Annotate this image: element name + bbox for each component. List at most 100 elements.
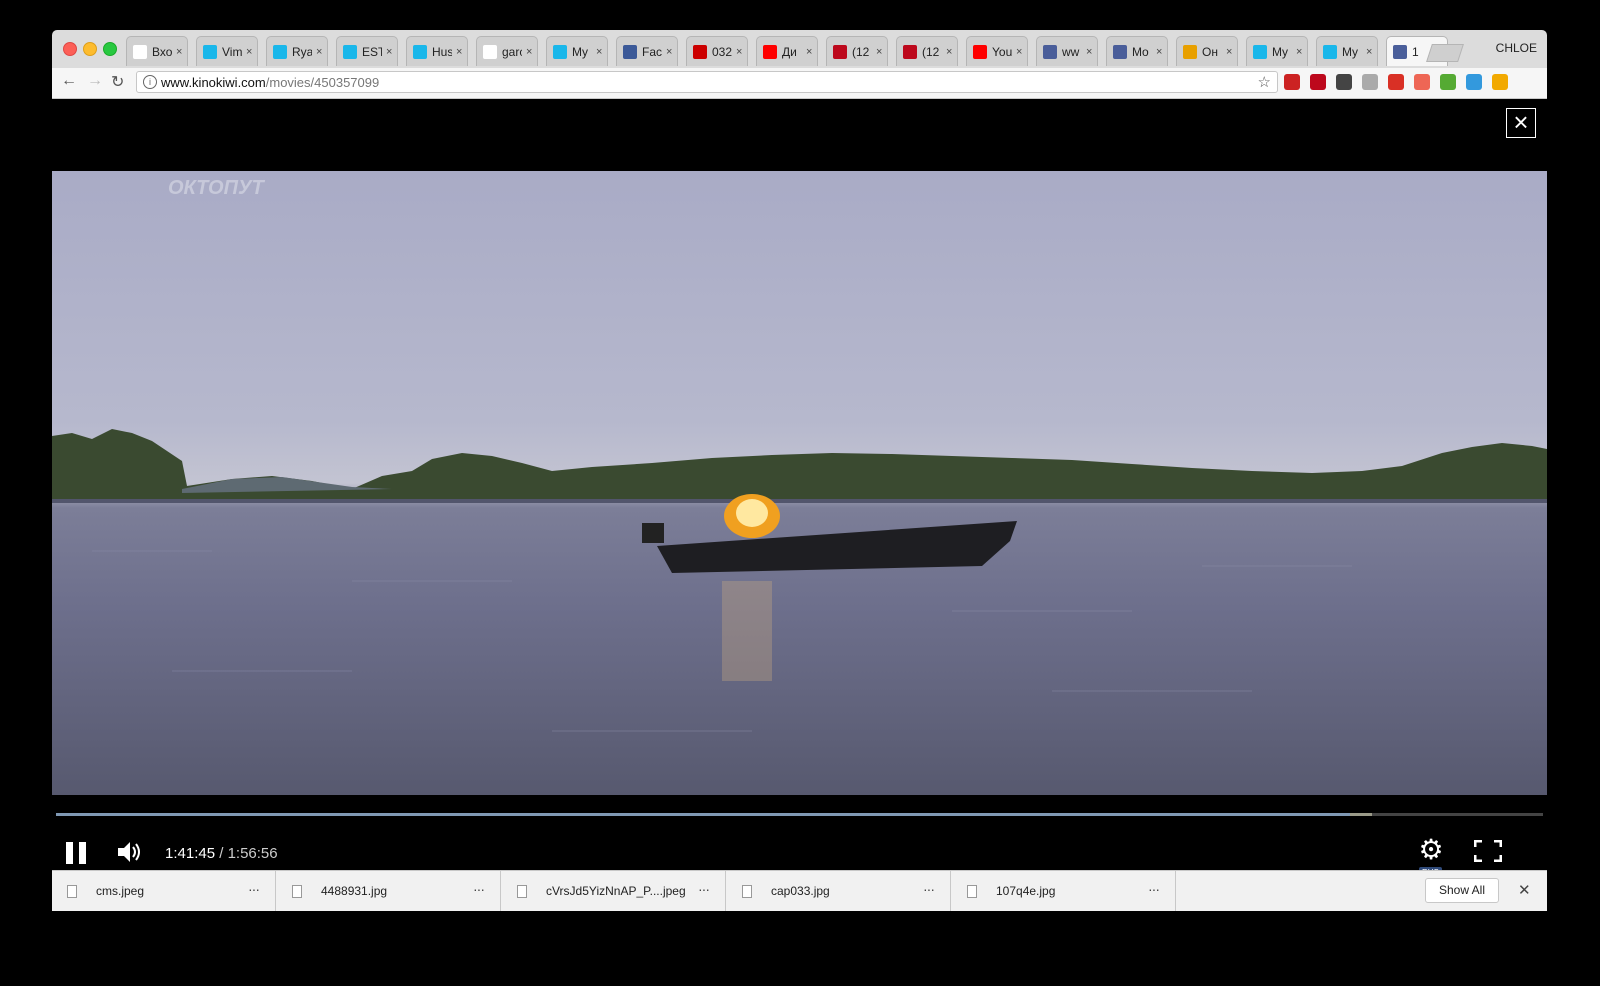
red-ext-icon[interactable] bbox=[1388, 74, 1404, 90]
download-menu-icon[interactable]: ··· bbox=[923, 881, 935, 897]
download-item[interactable]: cms.jpeg ··· bbox=[52, 871, 276, 911]
browser-tab[interactable]: Vim × bbox=[196, 36, 258, 66]
puzzle-ext-icon[interactable] bbox=[1362, 74, 1378, 90]
tab-close-icon[interactable]: × bbox=[946, 46, 952, 58]
download-menu-icon[interactable]: ··· bbox=[1148, 881, 1160, 897]
cast-ext-icon[interactable] bbox=[1414, 74, 1430, 90]
download-item[interactable]: 4488931.jpg ··· bbox=[277, 871, 501, 911]
browser-tab[interactable]: Он × bbox=[1176, 36, 1238, 66]
address-bar[interactable]: i www.kinokiwi.com/movies/450357099 ☆ bbox=[136, 71, 1278, 93]
window-minimize-button[interactable] bbox=[83, 42, 97, 56]
gmail-icon bbox=[133, 44, 147, 59]
browser-tab[interactable]: (12 × bbox=[826, 36, 888, 66]
tab-close-icon[interactable]: × bbox=[1226, 46, 1232, 58]
browser-tab[interactable]: Fac × bbox=[616, 36, 678, 66]
tab-close-icon[interactable]: × bbox=[456, 46, 462, 58]
tab-title: (12 bbox=[852, 44, 870, 59]
youtube-icon bbox=[973, 44, 987, 59]
pinterest-ext-icon[interactable] bbox=[1310, 74, 1326, 90]
vimeo-icon bbox=[413, 44, 427, 59]
download-menu-icon[interactable]: ··· bbox=[698, 881, 710, 897]
progress-bar[interactable] bbox=[56, 813, 1543, 816]
download-item[interactable]: cap033.jpg ··· bbox=[727, 871, 951, 911]
tab-title: Hus bbox=[432, 44, 452, 59]
browser-tab[interactable]: My × bbox=[1316, 36, 1378, 66]
back-button[interactable]: ← bbox=[61, 72, 77, 90]
browser-tab[interactable]: ww × bbox=[1036, 36, 1098, 66]
browser-tab[interactable]: 032 × bbox=[686, 36, 748, 66]
tab-close-icon[interactable]: × bbox=[1366, 46, 1372, 58]
download-filename: 4488931.jpg bbox=[321, 884, 388, 898]
browser-tab[interactable]: Rya × bbox=[266, 36, 328, 66]
alert-ext-icon[interactable] bbox=[1492, 74, 1508, 90]
ghostery-icon[interactable] bbox=[1336, 74, 1352, 90]
tab-title: My bbox=[572, 44, 588, 59]
download-menu-icon[interactable]: ··· bbox=[473, 881, 485, 897]
tab-close-icon[interactable]: × bbox=[736, 46, 742, 58]
tab-close-icon[interactable]: × bbox=[876, 46, 882, 58]
tab-close-icon[interactable]: × bbox=[526, 46, 532, 58]
browser-tab[interactable]: (12 × bbox=[896, 36, 958, 66]
tab-title: Vim bbox=[222, 44, 242, 59]
forward-button[interactable]: → bbox=[87, 72, 103, 90]
reload-button[interactable]: ↻ bbox=[111, 72, 124, 92]
close-player-button[interactable]: × bbox=[1506, 108, 1536, 138]
window-close-button[interactable] bbox=[63, 42, 77, 56]
tab-title: Mo bbox=[1132, 44, 1149, 59]
sync-ext-icon[interactable] bbox=[1466, 74, 1482, 90]
download-item[interactable]: cVrsJd5YizNnAP_P....jpeg ··· bbox=[502, 871, 726, 911]
browser-tab[interactable]: EST × bbox=[336, 36, 398, 66]
browser-tab[interactable]: My × bbox=[546, 36, 608, 66]
tab-close-icon[interactable]: × bbox=[666, 46, 672, 58]
profile-name[interactable]: CHLOE bbox=[1496, 41, 1537, 55]
tab-close-icon[interactable]: × bbox=[806, 46, 812, 58]
tab-close-icon[interactable]: × bbox=[176, 46, 182, 58]
tab-close-icon[interactable]: × bbox=[316, 46, 322, 58]
tab-list: Вхо×Vim×Rya×EST×Hus×garc×My×Fac×032×Ди×(… bbox=[126, 36, 1456, 68]
window-maximize-button[interactable] bbox=[103, 42, 117, 56]
kinokiwi-icon bbox=[1183, 44, 1197, 59]
tab-close-icon[interactable]: × bbox=[1296, 46, 1302, 58]
progress-played bbox=[56, 813, 1350, 816]
browser-toolbar: ← → ↻ i www.kinokiwi.com/movies/45035709… bbox=[52, 68, 1547, 99]
browser-tab[interactable]: Ди × bbox=[756, 36, 818, 66]
file-icon bbox=[517, 885, 527, 898]
url-text[interactable]: www.kinokiwi.com/movies/450357099 bbox=[161, 75, 379, 90]
duration-time: 1:56:56 bbox=[227, 845, 278, 862]
close-download-bar-icon[interactable]: ✕ bbox=[1518, 881, 1531, 899]
youtube-icon bbox=[763, 44, 777, 59]
browser-tab[interactable]: My × bbox=[1246, 36, 1308, 66]
tab-close-icon[interactable]: × bbox=[596, 46, 602, 58]
current-time: 1:41:45 bbox=[165, 845, 216, 862]
mail-ext-icon[interactable] bbox=[1284, 74, 1300, 90]
browser-tab[interactable]: Mo × bbox=[1106, 36, 1168, 66]
info-icon[interactable]: i bbox=[143, 75, 157, 89]
tab-title: EST bbox=[362, 44, 382, 59]
browser-tab[interactable]: Вхо × bbox=[126, 36, 188, 66]
browser-tab[interactable]: Hus × bbox=[406, 36, 468, 66]
browser-tab[interactable]: You × bbox=[966, 36, 1028, 66]
tab-close-icon[interactable]: × bbox=[1086, 46, 1092, 58]
browser-tab[interactable]: garc × bbox=[476, 36, 538, 66]
video-frame[interactable]: ОКТОПУТ bbox=[52, 171, 1547, 795]
download-item[interactable]: 107q4e.jpg ··· bbox=[952, 871, 1176, 911]
vimeo-icon bbox=[553, 44, 567, 59]
green-ext-icon[interactable] bbox=[1440, 74, 1456, 90]
download-menu-icon[interactable]: ··· bbox=[248, 881, 260, 897]
settings-gear-icon[interactable]: ⚙ bbox=[1416, 836, 1446, 866]
pause-button[interactable] bbox=[66, 842, 88, 864]
vimeo-icon bbox=[343, 44, 357, 59]
tab-close-icon[interactable]: × bbox=[246, 46, 252, 58]
tab-close-icon[interactable]: × bbox=[386, 46, 392, 58]
bookmark-star-icon[interactable]: ☆ bbox=[1258, 73, 1271, 91]
fullscreen-icon[interactable] bbox=[1474, 840, 1502, 862]
tab-close-icon[interactable]: × bbox=[1156, 46, 1162, 58]
tab-close-icon[interactable]: × bbox=[1016, 46, 1022, 58]
volume-icon[interactable] bbox=[116, 840, 142, 864]
pinterest-icon bbox=[833, 44, 847, 59]
tab-title: (12 bbox=[922, 44, 940, 59]
new-tab-button[interactable] bbox=[1426, 44, 1464, 62]
tab-title: You bbox=[992, 44, 1012, 59]
tab-strip: Вхо×Vim×Rya×EST×Hus×garc×My×Fac×032×Ди×(… bbox=[52, 30, 1547, 68]
show-all-downloads-button[interactable]: Show All bbox=[1425, 878, 1499, 903]
